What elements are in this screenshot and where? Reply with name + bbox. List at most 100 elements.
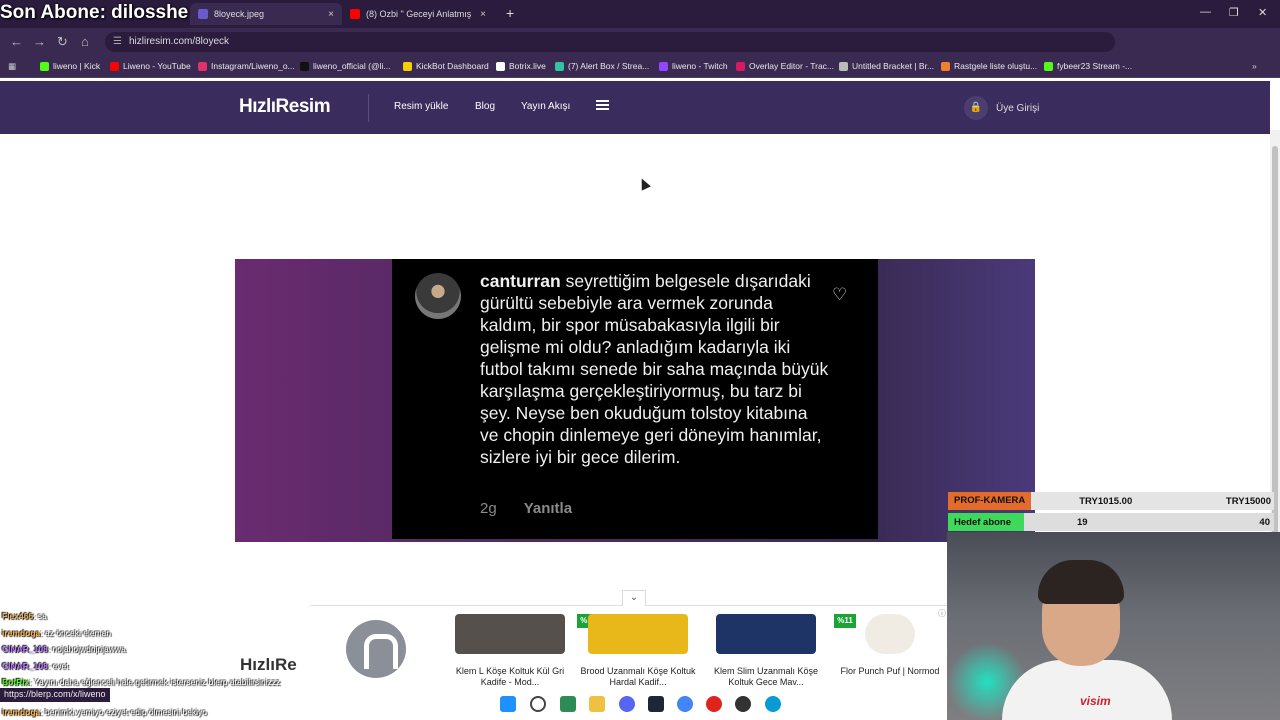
url-field[interactable]: ☰ hizliresim.com/8loyeck <box>105 32 1115 52</box>
stream-chat-overlay: Flex466: sa iremdoga: az önceki eleman C… <box>2 608 332 691</box>
bookmark-item[interactable]: liweno - Twitch <box>659 61 728 71</box>
close-window-icon[interactable]: ✕ <box>1258 6 1267 19</box>
header-divider <box>368 94 369 122</box>
site-logo[interactable]: HızlıResim <box>239 96 331 118</box>
camera-goal: PROF-KAMERA TRY1015.00 TRY15000 <box>948 492 1274 510</box>
opera-icon[interactable] <box>706 696 722 712</box>
chat-text: : benimki yemiyo eziyet edip ölmesini be… <box>40 707 208 717</box>
site-info-icon[interactable]: ☰ <box>113 32 122 52</box>
last-subscriber-overlay: Son Abone: dilosshe <box>0 2 189 23</box>
chat-text: : evet <box>47 660 69 671</box>
mouse-cursor-icon <box>637 176 651 191</box>
reload-icon[interactable]: ↻ <box>57 34 68 50</box>
comment-body: seyrettiğim belgesele dışarıdaki gürültü… <box>480 271 829 467</box>
screen: 8loyeck.jpeg × (8) Ozbi " Geceyi Anlatmı… <box>0 0 1280 720</box>
bookmark-label: fybeer23 Stream -... <box>1057 61 1133 71</box>
status-url: https://blerp.com/x/liweno <box>0 688 110 702</box>
bookmark-item[interactable]: Liweno - YouTube <box>110 61 191 71</box>
chat-text: : nojahojwdnjnjawwa <box>47 644 126 654</box>
subscriber-goal: Hedef abone 19 40 <box>948 513 1274 531</box>
ad-info-icon[interactable]: ⓘ <box>938 608 946 619</box>
chat-message: CINAR_108: evet <box>2 658 332 675</box>
hamburger-menu-icon[interactable] <box>596 100 609 110</box>
bookmark-label: KickBot Dashboard <box>416 61 489 71</box>
home-icon[interactable]: ⌂ <box>81 34 89 49</box>
bookmark-item[interactable]: Untitled Bracket | Br... <box>839 61 934 71</box>
obs-icon[interactable] <box>735 696 751 712</box>
product-title: Klem Slim Uzanmalı Köşe Koltuk Gece Mav.… <box>713 666 819 687</box>
bookmark-favicon-icon <box>496 61 505 71</box>
advertiser-logo[interactable] <box>346 620 406 678</box>
product-image <box>716 614 816 654</box>
bookmark-item[interactable]: Rastgele liste oluştu... <box>941 61 1037 71</box>
chat-username: iremdoga <box>2 627 41 638</box>
bookmark-favicon-icon <box>941 61 950 71</box>
bookmark-favicon-icon <box>110 61 119 71</box>
bookmark-item[interactable]: fybeer23 Stream -... <box>1044 61 1132 71</box>
tab-youtube[interactable]: (8) Ozbi " Geceyi Anlatmış × <box>342 3 494 25</box>
forward-icon[interactable]: → <box>33 34 46 49</box>
subscriber-goal-current: 19 <box>1077 516 1088 528</box>
nav-feed[interactable]: Yayın Akışı <box>521 101 570 112</box>
product-image <box>865 614 915 654</box>
bookmark-item[interactable]: KickBot Dashboard <box>403 61 489 71</box>
bookmark-item[interactable]: liweno | Kick <box>40 61 100 71</box>
tab-image-label: 8loyeck.jpeg <box>214 9 265 19</box>
browser-tab-bar: 8loyeck.jpeg × (8) Ozbi " Geceyi Anlatmı… <box>0 0 1280 28</box>
search-icon[interactable] <box>530 696 546 712</box>
chevron-down-icon[interactable]: ⌄ <box>622 590 646 606</box>
product-title: Flor Punch Puf | Normod <box>840 666 940 676</box>
taskbar-app-icon[interactable] <box>560 696 576 712</box>
minimize-icon[interactable]: — <box>1200 6 1211 18</box>
bookmark-favicon-icon <box>839 61 848 71</box>
maximize-icon[interactable]: ❐ <box>1229 6 1239 19</box>
chat-username: Flex466 <box>2 611 34 621</box>
steam-icon[interactable] <box>648 696 664 712</box>
comment-age: 2g <box>480 500 497 517</box>
chat-message: CINAR_108: nojahojwdnjnjawwa <box>2 641 332 658</box>
bookmark-item[interactable]: Botrix.live <box>496 61 546 71</box>
login-button[interactable]: 🔒 Üye Girişi <box>964 96 1039 120</box>
bookmark-label: liweno - Twitch <box>672 61 728 71</box>
tab-image[interactable]: 8loyeck.jpeg × <box>190 3 342 25</box>
bookmark-label: liweno_official (@li... <box>313 61 391 71</box>
bookmark-favicon-icon <box>736 61 745 71</box>
windows-start-icon[interactable] <box>500 696 516 712</box>
new-tab-button[interactable]: + <box>506 5 514 21</box>
chat-username: iremdoga <box>2 707 41 717</box>
chat-username: CINAR_108 <box>2 644 48 654</box>
chat-username: BotRix <box>2 677 30 687</box>
comment-username: canturran <box>480 271 561 291</box>
folder-icon[interactable] <box>589 696 605 712</box>
close-icon[interactable]: × <box>480 9 486 20</box>
discord-icon[interactable] <box>619 696 635 712</box>
more-bookmarks-icon[interactable]: » <box>1252 61 1257 71</box>
bookmark-label: Overlay Editor - Trac... <box>749 61 835 71</box>
bookmark-item[interactable]: (7) Alert Box / Strea... <box>555 61 649 71</box>
bookmarks-bar: ▦ liweno | Kick Liweno - YouTube Instagr… <box>0 56 1280 78</box>
nav-upload[interactable]: Resim yükle <box>394 101 448 112</box>
bookmark-item[interactable]: liweno_official (@li... <box>300 61 390 71</box>
chat-message: Flex466: sa <box>2 608 332 625</box>
close-icon[interactable]: × <box>328 9 334 20</box>
ad-product[interactable]: Flor Punch Puf | Normod <box>830 614 950 677</box>
apps-icon[interactable]: ▦ <box>8 61 16 72</box>
ad-product[interactable]: Klem Slim Uzanmalı Köşe Koltuk Gece Mav.… <box>701 614 831 688</box>
tab-youtube-label: (8) Ozbi " Geceyi Anlatmış <box>366 9 472 19</box>
bookmark-label: Instagram/Liweno_o... <box>211 61 295 71</box>
bookmark-favicon-icon <box>300 61 309 71</box>
comment-text: canturran seyrettiğim belgesele dışarıda… <box>480 270 830 468</box>
bookmark-item[interactable]: Overlay Editor - Trac... <box>736 61 834 71</box>
youtube-favicon-icon <box>350 9 360 19</box>
ad-product[interactable]: Klem L Köşe Koltuk Kül Gri Kadife - Mod.… <box>445 614 575 688</box>
bookmark-label: liweno | Kick <box>53 61 101 71</box>
back-icon[interactable]: ← <box>10 34 23 49</box>
product-image <box>588 614 688 654</box>
edge-icon[interactable] <box>765 696 781 712</box>
chrome-icon[interactable] <box>677 696 693 712</box>
ad-product[interactable]: Brood Uzanmalı Köşe Koltuk Hardal Kadif.… <box>573 614 703 688</box>
comment-reply: Yanıtla <box>523 500 573 517</box>
subscriber-goal-target: 40 <box>1259 516 1270 528</box>
bookmark-item[interactable]: Instagram/Liweno_o... <box>198 61 295 71</box>
nav-blog[interactable]: Blog <box>475 101 495 112</box>
